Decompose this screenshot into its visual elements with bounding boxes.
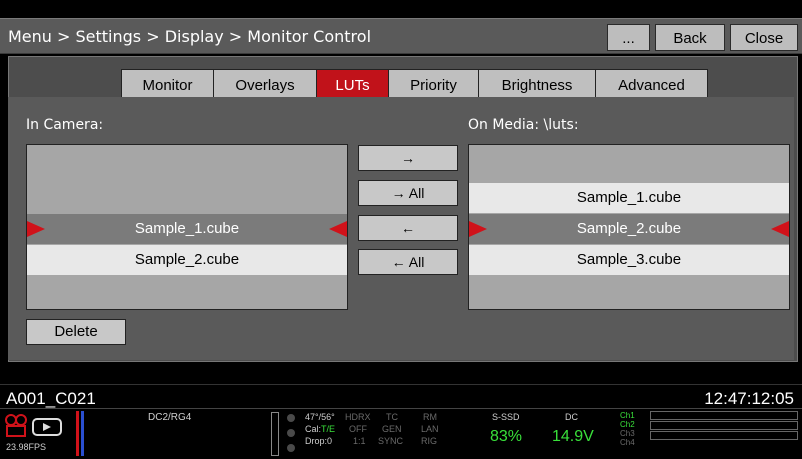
channel-2-label: Ch2 [620, 420, 635, 429]
selection-marker-right-icon [771, 221, 789, 237]
playback-icon [32, 418, 62, 436]
list-item[interactable]: Sample_1.cube [469, 183, 789, 213]
fps-readout: 23.98FPS [6, 442, 47, 452]
cal-label: Cal: [305, 424, 322, 434]
close-button[interactable]: Close [730, 24, 798, 51]
timecode: 12:47:12:05 [704, 389, 794, 408]
clip-bar: A001_C021 12:47:12:05 [0, 384, 802, 408]
status-bar: 23.98FPS DC2/RG4 47°/56° Cal:T/E Drop:0 … [0, 408, 802, 459]
hdrx-label: HDRX [345, 412, 371, 422]
audio-meter-ch3 [650, 431, 798, 440]
power-label: DC [565, 412, 578, 422]
drop-readout: Drop:0 [305, 436, 333, 446]
list-item-selected[interactable]: Sample_1.cube [27, 214, 347, 244]
status-dot-icon [287, 429, 295, 437]
on-media-list[interactable]: Sample_1.cube Sample_2.cube Sample_3.cub… [468, 144, 790, 310]
selection-marker-left-icon [469, 221, 487, 237]
top-strip [0, 0, 802, 18]
rm-label: RM [423, 412, 437, 422]
hdrx-ratio: 1:1 [353, 436, 366, 446]
audio-meter-ch2 [650, 421, 798, 430]
copy-to-camera-button[interactable]: ← [358, 215, 458, 241]
temp-readout: 47°/56° [305, 412, 335, 422]
rm-rig: RIG [421, 436, 438, 446]
channel-1-label: Ch1 [620, 411, 635, 420]
list-item-label: Sample_2.cube [576, 220, 682, 237]
copy-all-to-media-button[interactable]: → All [358, 180, 458, 206]
breadcrumb: Menu > Settings > Display > Monitor Cont… [8, 27, 372, 46]
in-camera-label: In Camera: [26, 117, 104, 133]
selection-marker-left-icon [27, 221, 45, 237]
more-button[interactable]: ... [607, 24, 650, 51]
list-item[interactable]: Sample_3.cube [469, 245, 789, 275]
camera-record-icon [5, 414, 27, 437]
audio-level-bar [81, 411, 84, 456]
power-voltage: 14.9V [552, 428, 594, 445]
status-dot-icon [287, 414, 295, 422]
tc-value: GEN [382, 424, 402, 434]
list-item-selected[interactable]: Sample_2.cube [469, 214, 789, 244]
format-readout: DC2/RG4 [148, 412, 192, 423]
selection-marker-right-icon [329, 221, 347, 237]
tc-label: TC [386, 412, 398, 422]
list-item-label: Sample_1.cube [134, 220, 240, 237]
channel-3-label: Ch3 [620, 429, 635, 438]
on-media-label: On Media: \luts: [468, 117, 579, 133]
copy-all-to-camera-button[interactable]: ← All [358, 249, 458, 275]
tc-sync: SYNC [378, 436, 404, 446]
cal-value: T/E [321, 424, 336, 434]
status-dot-icon [287, 444, 295, 452]
cal-readout: Cal:T/E [305, 424, 335, 434]
back-button[interactable]: Back [655, 24, 725, 51]
channel-4-label: Ch4 [620, 438, 635, 447]
in-camera-list[interactable]: Sample_1.cube Sample_2.cube [26, 144, 348, 310]
media-remaining: 83% [490, 428, 523, 445]
clip-name: A001_C021 [6, 389, 96, 408]
audio-meter-ch1 [650, 411, 798, 420]
copy-to-media-button[interactable]: → [358, 145, 458, 171]
delete-button[interactable]: Delete [26, 319, 126, 345]
media-label: S-SSD [492, 412, 520, 422]
histogram-bracket [271, 412, 279, 456]
rm-value: LAN [421, 424, 439, 434]
title-bar: Menu > Settings > Display > Monitor Cont… [0, 18, 802, 54]
audio-level-bar [76, 411, 79, 456]
list-item[interactable]: Sample_2.cube [27, 245, 347, 275]
hdrx-value: OFF [349, 424, 367, 434]
